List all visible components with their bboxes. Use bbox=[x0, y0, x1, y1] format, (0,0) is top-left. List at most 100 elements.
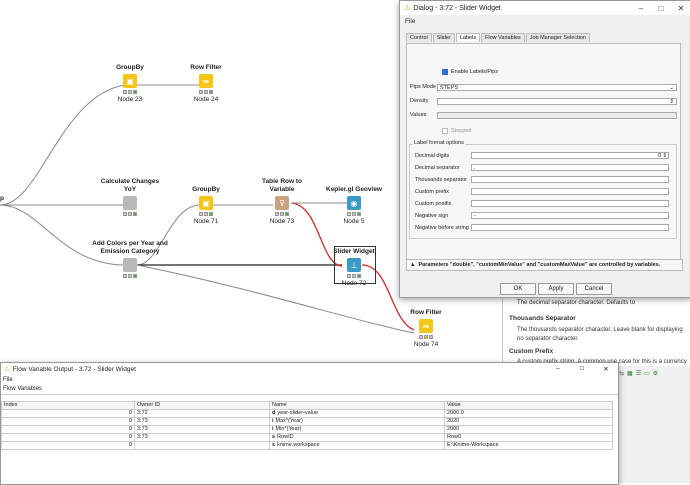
density-stepper[interactable]: ⇕ bbox=[437, 98, 677, 105]
decimal-digits-stepper[interactable]: 0 ⇕ bbox=[471, 152, 669, 159]
owner-cell: 3:73 bbox=[134, 433, 270, 442]
ok-button[interactable]: OK bbox=[500, 283, 536, 295]
dialog-titlebar[interactable]: ⚠ Dialog - 3:72 - Slider Widget – □ ✕ bbox=[400, 1, 690, 15]
node-add-colors[interactable]: Add Colors per Year and Emission Categor… bbox=[90, 240, 170, 278]
negative-before-label: Negative before string bbox=[415, 225, 469, 231]
thousands-separator-label: Thousands separator bbox=[415, 177, 467, 183]
node-status bbox=[275, 212, 289, 216]
group-title: Label format options bbox=[413, 140, 465, 146]
node-71[interactable]: GroupBy ▣ Node 71 bbox=[176, 186, 236, 225]
table-row[interactable]: 0 3:72 d year-slider-value 2000.0 bbox=[1, 409, 613, 418]
negative-sign-label: Negative sign bbox=[415, 213, 449, 219]
settings-icon[interactable]: ⚙ bbox=[653, 370, 658, 380]
node-title: Row Filter bbox=[410, 309, 442, 316]
flow-variables-table: Index Owner ID Name Value 0 3:72 d year-s… bbox=[1, 401, 613, 450]
minimize-icon[interactable]: – bbox=[546, 365, 570, 373]
tab-labels[interactable]: Labels bbox=[455, 33, 481, 42]
node-5[interactable]: Kepler.gl Geoview ◉ Node 5 bbox=[324, 186, 384, 225]
description-heading: Custom Prefix bbox=[509, 348, 554, 355]
list-icon[interactable]: ☰ bbox=[636, 370, 641, 380]
node-72[interactable]: Slider Widget ⊥ Node 72 bbox=[324, 246, 384, 287]
negative-sign-input[interactable]: - bbox=[471, 212, 669, 219]
tab-flow-variables[interactable]: Flow Variables bbox=[481, 33, 525, 42]
name-cell: i Min*(Year) bbox=[269, 425, 445, 434]
description-text: no separator character. bbox=[517, 336, 579, 342]
custom-postfix-input[interactable] bbox=[471, 200, 669, 207]
value-cell: 2000.0 bbox=[444, 409, 613, 418]
tab-job-manager[interactable]: Job Manager Selection bbox=[525, 33, 590, 42]
variable-name: year-slider-value bbox=[277, 410, 319, 416]
owner-cell: 3:73 bbox=[134, 425, 270, 434]
thousands-separator-input[interactable] bbox=[471, 176, 669, 183]
slider-widget-dialog[interactable]: ⚠ Dialog - 3:72 - Slider Widget – □ ✕ Fi… bbox=[399, 0, 690, 298]
node-label: Node 71 bbox=[193, 218, 219, 225]
fvo-tab[interactable]: Flow Variables bbox=[1, 385, 618, 395]
table-row[interactable]: 0 3:73 i Max*(Year) 2020 bbox=[1, 417, 613, 426]
node-status bbox=[123, 212, 137, 216]
node-title: Add Colors per Year and Emission Categor… bbox=[92, 240, 168, 255]
negative-before-input[interactable] bbox=[471, 224, 669, 231]
name-cell: s knime.workspace bbox=[269, 441, 445, 450]
pips-mode-select[interactable]: STEPS ⌄ bbox=[437, 84, 677, 91]
variable-type-icon: i bbox=[272, 418, 274, 424]
table-row[interactable]: 0 3:73 s RowID Row0 bbox=[1, 433, 613, 442]
owner-cell: 3:73 bbox=[134, 417, 270, 426]
refresh-icon[interactable]: ⇆ bbox=[619, 370, 624, 380]
enable-labels-checkbox[interactable] bbox=[442, 69, 448, 75]
maximize-icon[interactable]: □ bbox=[651, 4, 671, 13]
variable-type-icon: d bbox=[272, 410, 276, 416]
table-row[interactable]: 0 s knime.workspace E:\Knime-Workspace bbox=[1, 441, 613, 450]
node-title: GroupBy bbox=[116, 64, 144, 71]
tab-slider[interactable]: Slider bbox=[432, 33, 455, 42]
column-header[interactable]: Name bbox=[269, 401, 445, 410]
description-heading: Thousands Separator bbox=[509, 315, 576, 322]
value-cell: Row0 bbox=[444, 433, 613, 442]
stepped-checkbox[interactable] bbox=[442, 128, 448, 134]
maximize-icon[interactable]: □ bbox=[570, 365, 594, 373]
column-header[interactable]: Index bbox=[1, 401, 135, 410]
enable-labels-row[interactable]: Enable Labels/Pips bbox=[442, 69, 498, 75]
node-23[interactable]: GroupBy ▣ Node 23 bbox=[100, 64, 160, 103]
kepler-geoview-icon: ◉ bbox=[347, 196, 361, 210]
fvo-title: Flow Variable Output - 3:72 - Slider Wid… bbox=[12, 365, 136, 373]
column-header[interactable]: Value bbox=[444, 401, 613, 410]
table-icon[interactable]: ▦ bbox=[627, 370, 633, 380]
node-74[interactable]: Row Filter ⇛ Node 74 bbox=[396, 309, 456, 348]
metanode-icon bbox=[123, 258, 137, 272]
pips-mode-label: Pips Mode bbox=[410, 84, 436, 90]
table-row[interactable]: 0 3:73 i Min*(Year) 2000 bbox=[1, 425, 613, 434]
description-text: The thousands separator character. Leave… bbox=[517, 327, 683, 333]
fvo-titlebar[interactable]: ⚠ Flow Variable Output - 3:72 - Slider W… bbox=[1, 363, 618, 375]
labels-panel: Enable Labels/Pips Pips Mode STEPS ⌄ Den… bbox=[406, 43, 681, 263]
variable-type-icon: s bbox=[272, 442, 276, 448]
variable-name: RowID bbox=[277, 434, 294, 440]
groupby-icon: ▣ bbox=[123, 74, 137, 88]
close-icon[interactable]: ✕ bbox=[594, 365, 618, 373]
node-calc-yoy[interactable]: Calculate Changes YoY bbox=[100, 178, 160, 216]
cancel-button[interactable]: Cancel bbox=[576, 283, 612, 295]
row-filter-icon: ⇛ bbox=[199, 74, 213, 88]
node-status bbox=[419, 335, 433, 339]
value-cell: 2000 bbox=[444, 425, 613, 434]
node-73[interactable]: Table Row to Variable ⊽ Node 73 bbox=[252, 178, 312, 225]
stepped-row[interactable]: Stepped bbox=[442, 128, 472, 134]
window-icon[interactable]: ▭ bbox=[644, 370, 650, 380]
custom-postfix-label: Custom postfix bbox=[415, 201, 452, 207]
decimal-digits-value: 0 bbox=[657, 153, 661, 159]
custom-prefix-input[interactable] bbox=[471, 188, 669, 195]
menu-file[interactable]: File bbox=[405, 18, 415, 25]
density-label: Density bbox=[410, 98, 429, 104]
minimize-icon[interactable]: – bbox=[631, 4, 651, 13]
owner-cell bbox=[134, 441, 270, 450]
tab-control[interactable]: Control bbox=[406, 33, 432, 42]
decimal-separator-input[interactable]: . bbox=[471, 164, 669, 171]
apply-button[interactable]: Apply bbox=[538, 283, 574, 295]
close-icon[interactable]: ✕ bbox=[671, 4, 690, 13]
column-header[interactable]: Owner ID bbox=[134, 401, 270, 410]
variable-name: Min*(Year) bbox=[275, 426, 302, 432]
flow-variable-output-window[interactable]: ⚠ Flow Variable Output - 3:72 - Slider W… bbox=[0, 362, 619, 485]
custom-prefix-label: Custom prefix bbox=[415, 189, 449, 195]
node-24[interactable]: Row Filter ⇛ Node 24 bbox=[176, 64, 236, 103]
menu-file[interactable]: File bbox=[3, 377, 13, 383]
values-input[interactable] bbox=[437, 112, 677, 119]
